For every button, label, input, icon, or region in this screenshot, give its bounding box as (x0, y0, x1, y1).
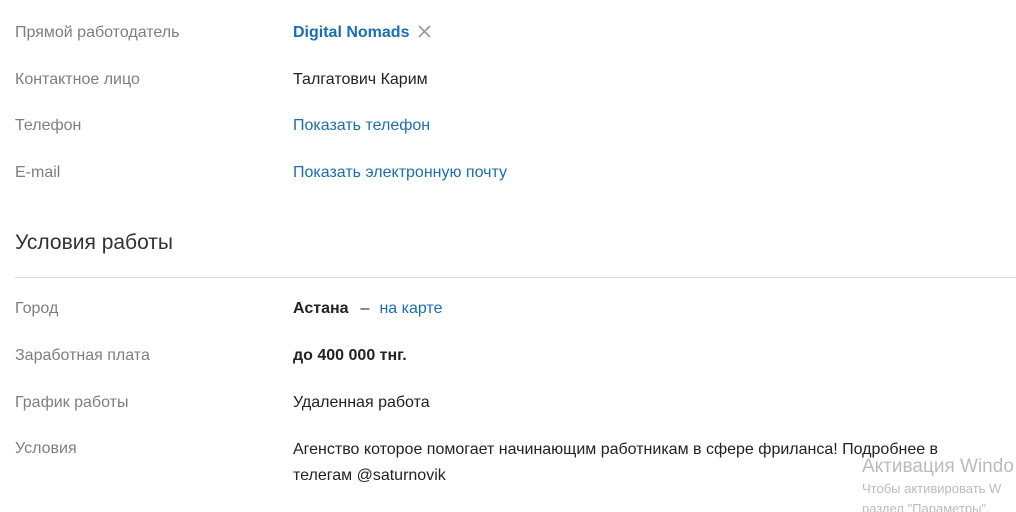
windows-activation-watermark: Активация Windo Чтобы активировать W раз… (862, 455, 1016, 512)
work-conditions-title: Условия работы (15, 231, 174, 254)
city-separator: – (360, 300, 370, 317)
employer-row: Прямой работодатель Digital Nomads (15, 21, 1016, 45)
activation-line-1: Чтобы активировать W (862, 481, 1002, 496)
section-divider (15, 277, 1016, 278)
email-row: E-mail Показать электронную почту (15, 161, 1016, 185)
activation-line-2: раздел "Параметры". (862, 501, 990, 512)
city-name: Астана (293, 300, 349, 317)
salary-value: до 400 000 тнг. (293, 347, 407, 364)
email-label: E-mail (15, 164, 61, 181)
activation-title: Активация Windo (862, 456, 1014, 477)
schedule-row: График работы Удаленная работа (15, 391, 1016, 415)
contact-person-label: Контактное лицо (15, 71, 140, 88)
salary-label: Заработная плата (15, 347, 150, 364)
phone-row: Телефон Показать телефон (15, 114, 1016, 138)
close-icon[interactable] (418, 25, 432, 38)
salary-row: Заработная плата до 400 000 тнг. (15, 344, 1016, 368)
city-value-group: Астана – на карте (293, 297, 442, 321)
city-label: Город (15, 300, 59, 317)
contact-person-value: Талгатович Карим (293, 71, 428, 88)
employer-value: Digital Nomads (293, 21, 432, 45)
schedule-value: Удаленная работа (293, 394, 430, 411)
city-row: Город Астана – на карте (15, 297, 1016, 321)
show-email-link[interactable]: Показать электронную почту (293, 161, 507, 185)
company-name-link[interactable]: Digital Nomads (293, 24, 409, 41)
show-phone-link[interactable]: Показать телефон (293, 114, 430, 138)
conditions-label: Условия (15, 440, 77, 457)
vacancy-details-page: Прямой работодатель Digital Nomads Конта… (0, 0, 1016, 512)
phone-label: Телефон (15, 117, 82, 134)
schedule-label: График работы (15, 394, 129, 411)
map-link[interactable]: на карте (379, 300, 442, 317)
contact-person-row: Контактное лицо Талгатович Карим (15, 68, 1016, 92)
employer-label: Прямой работодатель (15, 24, 180, 41)
